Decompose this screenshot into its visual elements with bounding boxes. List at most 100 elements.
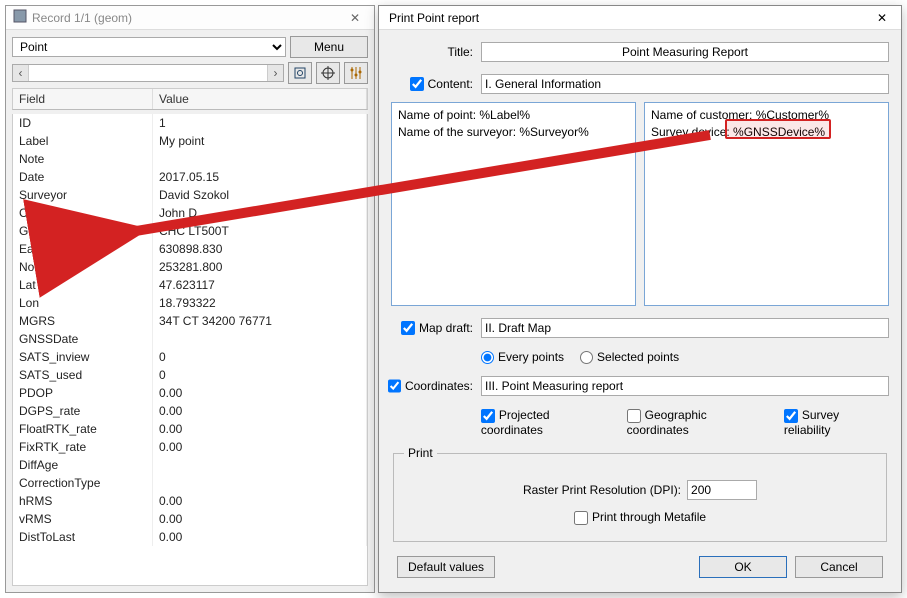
value-cell: 0 [153, 348, 367, 366]
table-row[interactable]: DiffAge [13, 456, 367, 474]
field-cell: hRMS [13, 492, 153, 510]
table-row[interactable]: SurveyorDavid Szokol [13, 186, 367, 204]
tune-icon[interactable] [344, 62, 368, 84]
coordinates-label: Coordinates: [405, 379, 473, 393]
title-input[interactable] [481, 42, 889, 62]
value-cell: CHC LT500T [153, 222, 367, 240]
field-cell: Customer [13, 204, 153, 222]
table-row[interactable]: FixRTK_rate0.00 [13, 438, 367, 456]
table-row[interactable]: vRMS0.00 [13, 510, 367, 528]
table-row[interactable]: Lon18.793322 [13, 294, 367, 312]
record-table-header: Field Value [12, 88, 368, 110]
field-cell: FloatRTK_rate [13, 420, 153, 438]
field-cell: PDOP [13, 384, 153, 402]
field-cell: SATS_used [13, 366, 153, 384]
value-cell: 0.00 [153, 384, 367, 402]
field-cell: Northing [13, 258, 153, 276]
table-row[interactable]: Northing253281.800 [13, 258, 367, 276]
selected-points-radio[interactable]: Selected points [580, 350, 679, 364]
print-legend: Print [404, 446, 437, 460]
close-icon[interactable]: ✕ [342, 11, 368, 25]
device-template-line: Survey device: %GNSSDevice% [651, 124, 882, 141]
table-row[interactable]: PDOP0.00 [13, 384, 367, 402]
field-cell: Lon [13, 294, 153, 312]
chevron-left-icon[interactable]: ‹ [13, 65, 29, 81]
value-cell [153, 474, 367, 492]
field-cell: MGRS [13, 312, 153, 330]
record-window-title: Record 1/1 (geom) [28, 11, 342, 25]
field-cell: Surveyor [13, 186, 153, 204]
value-cell: 0.00 [153, 528, 367, 546]
value-cell: 253281.800 [153, 258, 367, 276]
value-cell: 47.623117 [153, 276, 367, 294]
defaults-button[interactable]: Default values [397, 556, 495, 578]
table-row[interactable]: CorrectionType [13, 474, 367, 492]
metafile-check[interactable]: Print through Metafile [574, 510, 706, 525]
customer-template-line: Name of customer: %Customer% [651, 107, 882, 124]
coordinates-check[interactable] [388, 379, 401, 393]
mapdraft-check[interactable] [401, 321, 415, 335]
zoom-feature-icon[interactable] [288, 62, 312, 84]
table-row[interactable]: Lat47.623117 [13, 276, 367, 294]
coordinates-input[interactable] [481, 376, 889, 396]
value-cell: 34T CT 34200 76771 [153, 312, 367, 330]
table-row[interactable]: FloatRTK_rate0.00 [13, 420, 367, 438]
value-cell [153, 330, 367, 348]
content-input[interactable] [481, 74, 889, 94]
table-row[interactable]: hRMS0.00 [13, 492, 367, 510]
content-label: Content: [428, 77, 473, 91]
table-row[interactable]: DistToLast0.00 [13, 528, 367, 546]
field-cell: GNSSDevice [13, 222, 153, 240]
print-report-dialog: Print Point report ✕ Title: Content: Nam… [378, 5, 902, 593]
value-cell: 0.00 [153, 510, 367, 528]
field-cell: GNSSDate [13, 330, 153, 348]
geographic-check[interactable]: Geographic coordinates [627, 408, 772, 437]
table-row[interactable]: Date2017.05.15 [13, 168, 367, 186]
menu-button[interactable]: Menu [290, 36, 368, 58]
table-row[interactable]: GNSSDate [13, 330, 367, 348]
col-field: Field [13, 89, 153, 109]
value-cell: 2017.05.15 [153, 168, 367, 186]
target-icon[interactable] [316, 62, 340, 84]
table-row[interactable]: SATS_used0 [13, 366, 367, 384]
right-template-pane[interactable]: Name of customer: %Customer% Survey devi… [644, 102, 889, 306]
record-scroller[interactable]: ‹ › [12, 64, 284, 82]
table-row[interactable]: Easting630898.830 [13, 240, 367, 258]
reliability-check[interactable]: Survey reliability [784, 408, 889, 437]
close-icon[interactable]: ✕ [869, 11, 895, 25]
cancel-button[interactable]: Cancel [795, 556, 883, 578]
table-row[interactable]: MGRS34T CT 34200 76771 [13, 312, 367, 330]
table-row[interactable]: DGPS_rate0.00 [13, 402, 367, 420]
value-cell: 18.793322 [153, 294, 367, 312]
table-row[interactable]: GNSSDeviceCHC LT500T [13, 222, 367, 240]
table-row[interactable]: LabelMy point [13, 132, 367, 150]
value-cell: 630898.830 [153, 240, 367, 258]
left-template-pane[interactable]: Name of point: %Label% Name of the surve… [391, 102, 636, 306]
value-cell: David Szokol [153, 186, 367, 204]
table-row[interactable]: SATS_inview0 [13, 348, 367, 366]
value-cell: 0 [153, 366, 367, 384]
every-points-radio[interactable]: Every points [481, 350, 564, 364]
field-cell: CorrectionType [13, 474, 153, 492]
table-row[interactable]: CustomerJohn D [13, 204, 367, 222]
field-cell: DistToLast [13, 528, 153, 546]
field-cell: FixRTK_rate [13, 438, 153, 456]
ok-button[interactable]: OK [699, 556, 787, 578]
dpi-label: Raster Print Resolution (DPI): [523, 483, 687, 497]
content-check[interactable] [410, 77, 424, 91]
field-cell: ID [13, 114, 153, 132]
chevron-right-icon[interactable]: › [267, 65, 283, 81]
dialog-titlebar: Print Point report ✕ [379, 6, 901, 30]
projected-check[interactable]: Projected coordinates [481, 408, 615, 437]
value-cell [153, 150, 367, 168]
field-cell: vRMS [13, 510, 153, 528]
geom-type-select[interactable]: Point [12, 37, 286, 57]
record-table-body[interactable]: ID1LabelMy pointNoteDate2017.05.15Survey… [12, 114, 368, 586]
dpi-input[interactable] [687, 480, 757, 500]
value-cell: 0.00 [153, 420, 367, 438]
table-row[interactable]: Note [13, 150, 367, 168]
table-row[interactable]: ID1 [13, 114, 367, 132]
value-cell: My point [153, 132, 367, 150]
mapdraft-input[interactable] [481, 318, 889, 338]
field-cell: SATS_inview [13, 348, 153, 366]
